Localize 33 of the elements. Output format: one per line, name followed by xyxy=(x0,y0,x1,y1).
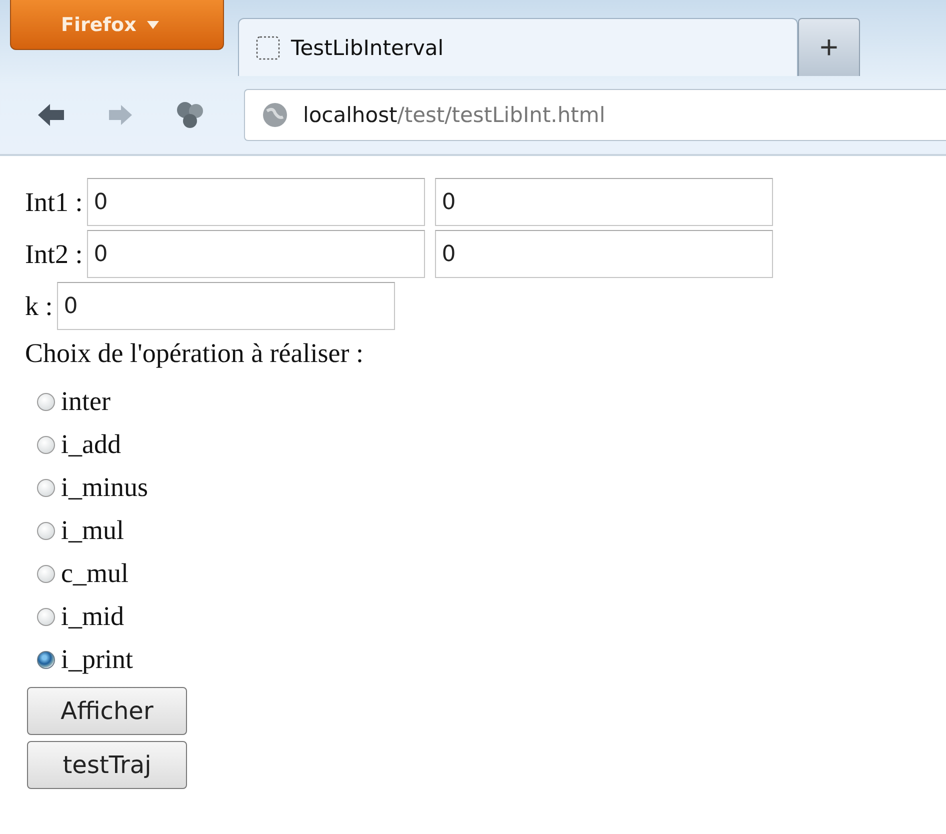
url-text: localhost/test/testLibInt.html xyxy=(303,103,606,127)
radio-button[interactable] xyxy=(37,608,55,626)
dropdown-caret-icon xyxy=(146,21,159,30)
browser-tab[interactable]: TestLibInterval xyxy=(238,18,798,76)
option-label: i_mul xyxy=(61,515,124,546)
radio-button[interactable] xyxy=(37,436,55,454)
radio-button[interactable] xyxy=(37,522,55,540)
option-label: inter xyxy=(61,386,110,417)
input-field[interactable]: 0 xyxy=(434,230,773,278)
input-field[interactable]: 0 xyxy=(86,230,425,278)
field-label: Int1 : xyxy=(25,186,83,218)
input-field[interactable]: 0 xyxy=(434,178,773,226)
action-button[interactable]: testTraj xyxy=(27,741,187,789)
radio-button[interactable] xyxy=(37,564,55,582)
option-label: c_mul xyxy=(61,558,128,589)
option-label: i_print xyxy=(61,644,133,675)
prompt-text: Choix de l'opération à réaliser : xyxy=(25,338,365,370)
option-label: i_mid xyxy=(61,601,124,632)
page-icon xyxy=(255,34,281,60)
radio-button[interactable] xyxy=(37,392,55,410)
input-field[interactable]: 0 xyxy=(86,178,425,226)
option-label: i_minus xyxy=(61,472,148,503)
input-field[interactable]: 0 xyxy=(56,282,395,330)
field-label: k : xyxy=(25,290,53,322)
action-button[interactable]: Afficher xyxy=(27,687,187,735)
new-tab-button[interactable]: + xyxy=(798,18,860,76)
address-bar[interactable]: localhost/test/testLibInt.html xyxy=(244,89,946,141)
globe-icon xyxy=(261,101,289,129)
radio-button[interactable] xyxy=(37,478,55,496)
radio-button[interactable] xyxy=(37,650,55,668)
cluster-icon[interactable] xyxy=(174,99,206,131)
field-label: Int2 : xyxy=(25,238,83,270)
option-label: i_add xyxy=(61,429,121,460)
